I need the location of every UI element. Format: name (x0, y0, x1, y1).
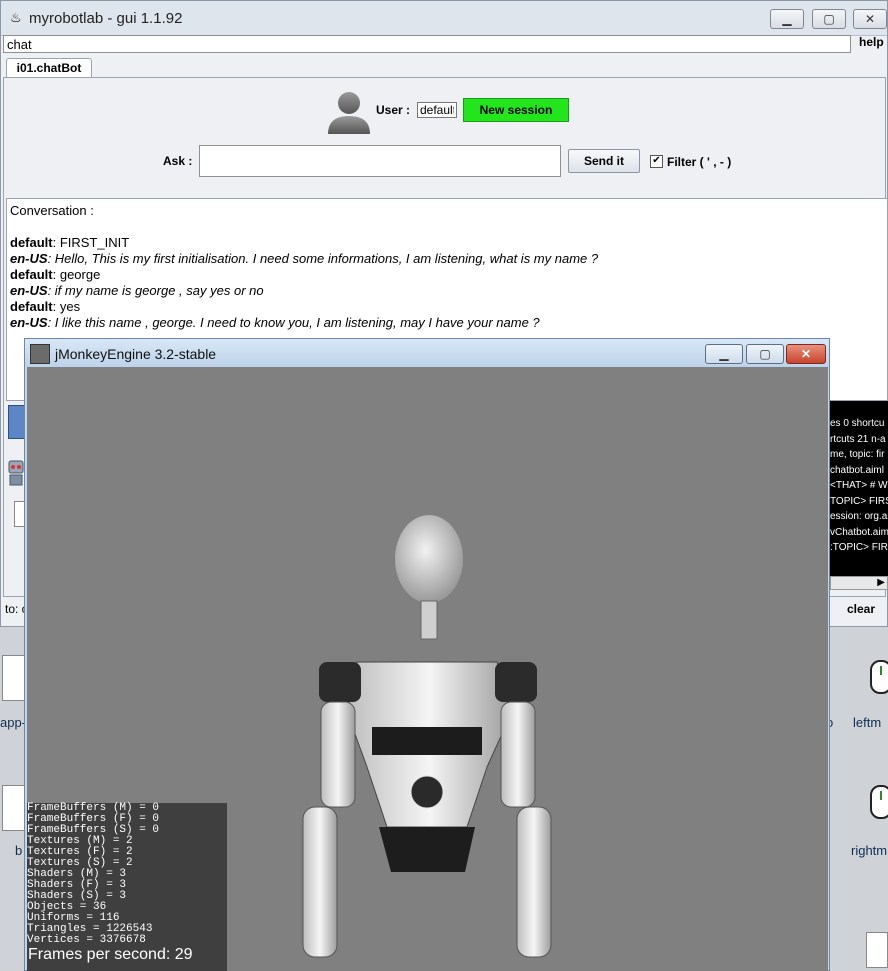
message-text: : if my name is george , say yes or no (47, 283, 264, 298)
jme-app-icon (30, 344, 50, 364)
log-line: chatbot.aiml (830, 464, 884, 476)
leftmouse-icon[interactable] (870, 660, 888, 694)
robot-right-upper-arm (500, 701, 536, 808)
help-button[interactable]: help (859, 35, 884, 49)
log-line: me, topic: fir (830, 449, 885, 460)
message-speaker: en-US (10, 315, 48, 330)
filter-checkbox[interactable]: ✔ (650, 155, 663, 168)
log-line: ession: org.a (830, 511, 888, 522)
rightmouse-icon[interactable] (870, 785, 888, 819)
titlebar[interactable]: ♨ myrobotlab - gui 1.1.92 ▁ ▢ ✕ (1, 1, 887, 36)
render-stats-overlay: FrameBuffers (M) = 0 FrameBuffers (F) = … (27, 803, 227, 971)
send-button[interactable]: Send it (568, 149, 640, 173)
fps-counter: Frames per second: 29 (28, 946, 193, 963)
message-line: en-US: if my name is george , say yes or… (10, 283, 884, 299)
message-text: : yes (52, 299, 81, 314)
message-text: : Hello, This is my first initialisation… (47, 251, 599, 266)
conversation-heading: Conversation : (10, 203, 94, 218)
tab-chatbot[interactable]: i01.chatBot (6, 58, 92, 78)
java-icon: ♨ (10, 10, 22, 25)
user-label: User : (376, 103, 411, 117)
message-speaker: default (10, 299, 53, 314)
log-line: es 0 shortcu (830, 418, 885, 429)
ask-input[interactable] (199, 145, 561, 177)
desktop-label-b: b (15, 843, 23, 858)
robot-head (395, 515, 463, 603)
robot-left-shoulder (319, 662, 361, 702)
minimize-button[interactable]: ▁ (770, 9, 804, 29)
scroll-right-icon[interactable]: ▶ (877, 577, 885, 588)
window-title: myrobotlab - gui 1.1.92 (29, 10, 183, 27)
log-line: <THAT> # W (830, 480, 888, 491)
desktop-label-app: app- (0, 715, 27, 730)
robot-left-upper-arm (320, 701, 356, 808)
log-panel[interactable]: es 0 shortcu rtcuts 21 n-a me, topic: fi… (830, 401, 888, 576)
robot-icon[interactable] (6, 457, 26, 491)
robot-left-forearm (302, 806, 338, 958)
stat-line: Vertices = 3376678 (27, 934, 146, 946)
close-button[interactable]: ✕ (853, 9, 887, 29)
user-input[interactable] (417, 102, 457, 118)
clear-button[interactable]: clear (847, 602, 875, 616)
message-line: default: FIRST_INIT (10, 235, 884, 251)
robot-right-shoulder (495, 662, 537, 702)
desktop-label-leftmouse: leftm (853, 715, 882, 730)
user-avatar-icon (328, 92, 370, 134)
filter-label: Filter ( ' , - ) (667, 155, 732, 169)
message-speaker: default (10, 267, 53, 282)
robot-belly-band (372, 727, 482, 755)
robot-right-forearm (516, 806, 552, 958)
jme-minimize-button[interactable]: ▁ (705, 344, 743, 364)
message-line: default: yes (10, 299, 884, 315)
message-line: en-US: Hello, This is my first initialis… (10, 251, 884, 267)
message-speaker: en-US (10, 283, 48, 298)
desktop-file-icon[interactable] (2, 655, 26, 701)
message-text: : george (52, 267, 101, 282)
message-speaker: default (10, 235, 53, 250)
message-line: en-US: I like this name , george. I need… (10, 315, 884, 331)
jme-window-title: jMonkeyEngine 3.2-stable (55, 346, 217, 362)
jme-maximize-button[interactable]: ▢ (746, 344, 784, 364)
log-line: vChatbot.aim (830, 526, 888, 538)
message-text: : I like this name , george. I need to k… (47, 315, 540, 330)
log-line: TOPIC> FIRS (830, 495, 888, 507)
message-text: : FIRST_INIT (52, 235, 130, 250)
robot-chest-emblem (410, 775, 444, 809)
new-session-button[interactable]: New session (463, 98, 569, 122)
message-line: default: george (10, 267, 884, 283)
maximize-button[interactable]: ▢ (812, 9, 846, 29)
log-line: :TOPIC> FIR (830, 542, 888, 553)
search-input[interactable] (3, 35, 851, 53)
desktop-file-icon[interactable] (2, 785, 26, 831)
ask-label: Ask : (163, 154, 193, 168)
desktop-label-rightmouse: rightm (851, 843, 888, 858)
log-scrollbar[interactable]: ▶ (830, 576, 888, 590)
jme-close-button[interactable]: ✕ (786, 344, 826, 364)
log-line: rtcuts 21 n-a (830, 433, 886, 445)
robot-neck (420, 600, 438, 640)
jme-titlebar[interactable]: jMonkeyEngine 3.2-stable ▁ ▢ ✕ (25, 339, 829, 367)
message-speaker: en-US (10, 251, 48, 266)
robot-hips (379, 827, 475, 872)
desktop-doc-icon[interactable] (866, 932, 888, 968)
